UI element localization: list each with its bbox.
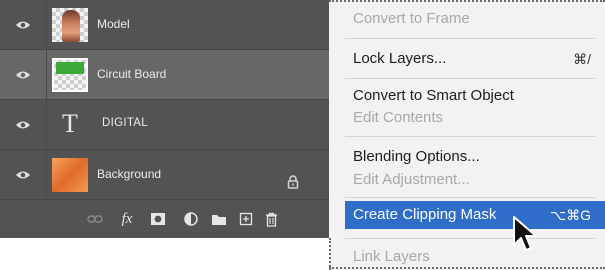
folder-icon[interactable] [210,211,228,227]
layer-name: DIGITAL [102,117,148,129]
menu-item-convert-to-smart-object[interactable]: Convert to Smart Object [353,87,514,104]
trash-icon[interactable] [262,211,280,227]
menu-item-blending-options[interactable]: Blending Options... [353,148,480,165]
layer-name: Background [97,167,162,181]
layer-name: Circuit Board [97,67,167,81]
create-clipping-mask-shortcut: ⌥⌘G [549,207,591,223]
lock-layers-shortcut: ⌘/ [573,51,591,67]
layers-toolbar: fx [0,200,330,238]
type-layer-icon: T [62,109,78,138]
menu-border [329,0,605,2]
menu-separator [345,38,595,39]
visibility-column [0,150,47,199]
visibility-column [0,100,47,149]
layer-thumbnail-background [52,158,88,192]
menu-separator [345,238,595,239]
layers-panel: Model Circuit Board T DIGITAL Background… [0,0,330,238]
mouse-pointer-icon [513,216,537,251]
new-layer-icon[interactable] [237,211,255,227]
eye-icon[interactable] [15,170,31,180]
menu-separator [345,136,595,137]
menu-border [329,267,605,269]
eye-icon[interactable] [15,70,31,80]
layer-thumbnail-circuit-board [52,58,88,92]
layer-row-model[interactable]: Model [0,0,330,50]
layer-name: Model [97,17,130,31]
menu-separator [345,78,595,79]
visibility-column [0,50,47,99]
layer-row-background[interactable]: Background [0,150,330,200]
link-icon[interactable] [86,211,104,227]
fx-icon[interactable]: fx [118,211,136,227]
layer-thumbnail-model [52,8,88,42]
layer-row-digital[interactable]: T DIGITAL [0,100,330,150]
context-menu [329,0,605,270]
visibility-column [0,0,47,49]
adjustment-layer-icon[interactable] [182,211,200,227]
menu-item-edit-adjustment: Edit Adjustment... [353,171,470,188]
layer-row-circuit-board[interactable]: Circuit Board [0,50,330,100]
menu-item-lock-layers[interactable]: Lock Layers... [353,50,446,67]
menu-item-create-clipping-mask[interactable]: Create Clipping Mask [353,206,496,223]
eye-icon[interactable] [15,20,31,30]
eye-icon[interactable] [15,120,31,130]
menu-border [329,238,331,270]
menu-separator [345,197,595,198]
lock-icon [287,175,299,189]
menu-item-link-layers: Link Layers [353,248,430,265]
menu-item-convert-to-frame: Convert to Frame [353,10,470,27]
layer-mask-icon[interactable] [149,211,167,227]
menu-item-edit-contents: Edit Contents [353,109,444,126]
